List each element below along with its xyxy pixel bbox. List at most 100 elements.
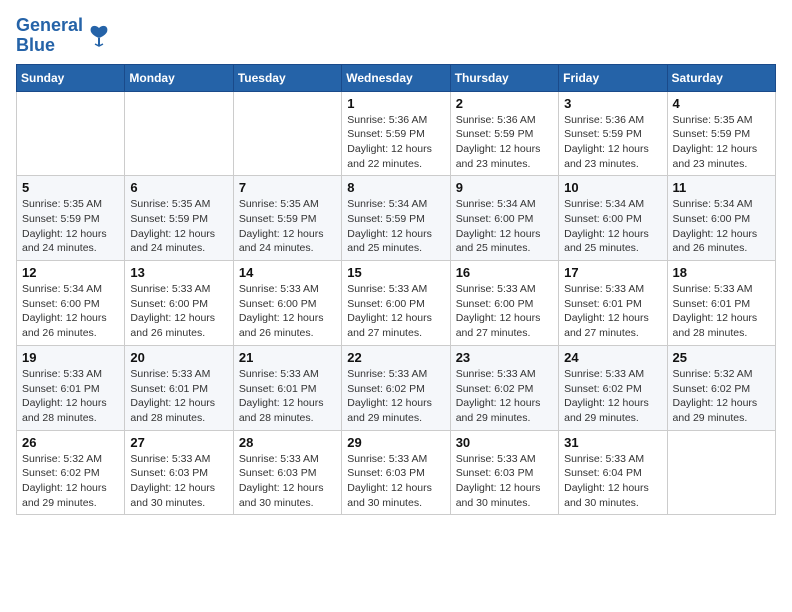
day-info: Sunrise: 5:33 AM Sunset: 6:02 PM Dayligh…: [456, 367, 553, 426]
calendar-week-1: 1 Sunrise: 5:36 AM Sunset: 5:59 PM Daylig…: [17, 91, 776, 176]
day-number: 8: [347, 180, 444, 195]
calendar-cell: 11 Sunrise: 5:34 AM Sunset: 6:00 PM Dayli…: [667, 176, 775, 261]
day-number: 16: [456, 265, 553, 280]
day-info: Sunrise: 5:36 AM Sunset: 5:59 PM Dayligh…: [456, 113, 553, 172]
day-info: Sunrise: 5:35 AM Sunset: 5:59 PM Dayligh…: [239, 197, 336, 256]
day-number: 30: [456, 435, 553, 450]
calendar-cell: 9 Sunrise: 5:34 AM Sunset: 6:00 PM Daylig…: [450, 176, 558, 261]
calendar-cell: 26 Sunrise: 5:32 AM Sunset: 6:02 PM Dayli…: [17, 430, 125, 515]
day-info: Sunrise: 5:34 AM Sunset: 6:00 PM Dayligh…: [22, 282, 119, 341]
weekday-header-sunday: Sunday: [17, 64, 125, 91]
calendar-cell: 13Sunrise: 5:33 AM Sunset: 6:00 PM Dayli…: [125, 261, 233, 346]
day-number: 21: [239, 350, 336, 365]
day-number: 4: [673, 96, 770, 111]
day-info: Sunrise: 5:34 AM Sunset: 6:00 PM Dayligh…: [564, 197, 661, 256]
weekday-header-tuesday: Tuesday: [233, 64, 341, 91]
calendar-cell: 24 Sunrise: 5:33 AM Sunset: 6:02 PM Dayli…: [559, 345, 667, 430]
calendar-week-4: 19 Sunrise: 5:33 AM Sunset: 6:01 PM Dayli…: [17, 345, 776, 430]
weekday-header-row: SundayMondayTuesdayWednesdayThursdayFrid…: [17, 64, 776, 91]
calendar-cell: 2 Sunrise: 5:36 AM Sunset: 5:59 PM Daylig…: [450, 91, 558, 176]
day-number: 5: [22, 180, 119, 195]
calendar-cell: 4 Sunrise: 5:35 AM Sunset: 5:59 PM Daylig…: [667, 91, 775, 176]
calendar-cell: 19Sunrise: 5:33 AM Sunset: 6:01 PM Dayli…: [17, 345, 125, 430]
day-info: Sunrise: 5:32 AM Sunset: 6:02 PM Dayligh…: [673, 367, 770, 426]
day-info: Sunrise: 5:36 AM Sunset: 5:59 PM Dayligh…: [564, 113, 661, 172]
day-info: Sunrise: 5:35 AM Sunset: 5:59 PM Dayligh…: [22, 197, 119, 256]
day-info: Sunrise: 5:33 AM Sunset: 6:00 PM Dayligh…: [456, 282, 553, 341]
day-number: 31: [564, 435, 661, 450]
day-info: Sunrise: 5:34 AM Sunset: 6:00 PM Dayligh…: [456, 197, 553, 256]
calendar-cell: [233, 91, 341, 176]
day-number: 3: [564, 96, 661, 111]
day-number: 2: [456, 96, 553, 111]
weekday-header-monday: Monday: [125, 64, 233, 91]
calendar-cell: 25 Sunrise: 5:32 AM Sunset: 6:02 PM Dayli…: [667, 345, 775, 430]
day-number: 28: [239, 435, 336, 450]
day-info: Sunrise: 5:35 AM Sunset: 5:59 PM Dayligh…: [130, 197, 227, 256]
day-number: 15: [347, 265, 444, 280]
calendar-cell: [667, 430, 775, 515]
calendar-week-5: 26 Sunrise: 5:32 AM Sunset: 6:02 PM Dayli…: [17, 430, 776, 515]
day-number: 18: [673, 265, 770, 280]
calendar-cell: 30Sunrise: 5:33 AM Sunset: 6:03 PM Dayli…: [450, 430, 558, 515]
day-number: 11: [673, 180, 770, 195]
calendar-week-2: 5 Sunrise: 5:35 AM Sunset: 5:59 PM Daylig…: [17, 176, 776, 261]
day-info: Sunrise: 5:33 AM Sunset: 6:01 PM Dayligh…: [239, 367, 336, 426]
day-info: Sunrise: 5:33 AM Sunset: 6:01 PM Dayligh…: [564, 282, 661, 341]
calendar-cell: 10 Sunrise: 5:34 AM Sunset: 6:00 PM Dayli…: [559, 176, 667, 261]
day-info: Sunrise: 5:33 AM Sunset: 6:01 PM Dayligh…: [673, 282, 770, 341]
day-number: 1: [347, 96, 444, 111]
day-number: 25: [673, 350, 770, 365]
day-number: 24: [564, 350, 661, 365]
calendar-cell: 23Sunrise: 5:33 AM Sunset: 6:02 PM Dayli…: [450, 345, 558, 430]
day-info: Sunrise: 5:33 AM Sunset: 6:02 PM Dayligh…: [347, 367, 444, 426]
day-number: 17: [564, 265, 661, 280]
day-number: 7: [239, 180, 336, 195]
day-number: 6: [130, 180, 227, 195]
day-number: 9: [456, 180, 553, 195]
calendar-cell: [125, 91, 233, 176]
day-info: Sunrise: 5:34 AM Sunset: 6:00 PM Dayligh…: [673, 197, 770, 256]
calendar-cell: 27 Sunrise: 5:33 AM Sunset: 6:03 PM Dayli…: [125, 430, 233, 515]
calendar-cell: 12 Sunrise: 5:34 AM Sunset: 6:00 PM Dayli…: [17, 261, 125, 346]
day-number: 12: [22, 265, 119, 280]
day-info: Sunrise: 5:34 AM Sunset: 5:59 PM Dayligh…: [347, 197, 444, 256]
calendar-cell: 14 Sunrise: 5:33 AM Sunset: 6:00 PM Dayli…: [233, 261, 341, 346]
calendar-cell: 5 Sunrise: 5:35 AM Sunset: 5:59 PM Daylig…: [17, 176, 125, 261]
day-number: 26: [22, 435, 119, 450]
calendar-cell: 1 Sunrise: 5:36 AM Sunset: 5:59 PM Daylig…: [342, 91, 450, 176]
weekday-header-friday: Friday: [559, 64, 667, 91]
calendar-cell: 29Sunrise: 5:33 AM Sunset: 6:03 PM Dayli…: [342, 430, 450, 515]
day-number: 19: [22, 350, 119, 365]
logo-text: GeneralBlue: [16, 16, 83, 56]
day-number: 20: [130, 350, 227, 365]
calendar-cell: 15Sunrise: 5:33 AM Sunset: 6:00 PM Dayli…: [342, 261, 450, 346]
day-info: Sunrise: 5:33 AM Sunset: 6:02 PM Dayligh…: [564, 367, 661, 426]
day-number: 27: [130, 435, 227, 450]
calendar-cell: 18 Sunrise: 5:33 AM Sunset: 6:01 PM Dayli…: [667, 261, 775, 346]
calendar-week-3: 12 Sunrise: 5:34 AM Sunset: 6:00 PM Dayli…: [17, 261, 776, 346]
day-info: Sunrise: 5:33 AM Sunset: 6:00 PM Dayligh…: [239, 282, 336, 341]
calendar-cell: 6 Sunrise: 5:35 AM Sunset: 5:59 PM Daylig…: [125, 176, 233, 261]
weekday-header-thursday: Thursday: [450, 64, 558, 91]
page-header: GeneralBlue: [16, 16, 776, 56]
day-info: Sunrise: 5:35 AM Sunset: 5:59 PM Dayligh…: [673, 113, 770, 172]
calendar-table: SundayMondayTuesdayWednesdayThursdayFrid…: [16, 64, 776, 516]
weekday-header-wednesday: Wednesday: [342, 64, 450, 91]
calendar-cell: 20 Sunrise: 5:33 AM Sunset: 6:01 PM Dayli…: [125, 345, 233, 430]
day-info: Sunrise: 5:32 AM Sunset: 6:02 PM Dayligh…: [22, 452, 119, 511]
day-info: Sunrise: 5:36 AM Sunset: 5:59 PM Dayligh…: [347, 113, 444, 172]
day-info: Sunrise: 5:33 AM Sunset: 6:01 PM Dayligh…: [130, 367, 227, 426]
calendar-cell: 22Sunrise: 5:33 AM Sunset: 6:02 PM Dayli…: [342, 345, 450, 430]
calendar-cell: 31 Sunrise: 5:33 AM Sunset: 6:04 PM Dayli…: [559, 430, 667, 515]
day-info: Sunrise: 5:33 AM Sunset: 6:03 PM Dayligh…: [130, 452, 227, 511]
day-number: 10: [564, 180, 661, 195]
day-info: Sunrise: 5:33 AM Sunset: 6:04 PM Dayligh…: [564, 452, 661, 511]
calendar-cell: 17 Sunrise: 5:33 AM Sunset: 6:01 PM Dayli…: [559, 261, 667, 346]
day-number: 29: [347, 435, 444, 450]
calendar-cell: 7 Sunrise: 5:35 AM Sunset: 5:59 PM Daylig…: [233, 176, 341, 261]
day-number: 14: [239, 265, 336, 280]
weekday-header-saturday: Saturday: [667, 64, 775, 91]
calendar-cell: 8 Sunrise: 5:34 AM Sunset: 5:59 PM Daylig…: [342, 176, 450, 261]
calendar-cell: 28Sunrise: 5:33 AM Sunset: 6:03 PM Dayli…: [233, 430, 341, 515]
